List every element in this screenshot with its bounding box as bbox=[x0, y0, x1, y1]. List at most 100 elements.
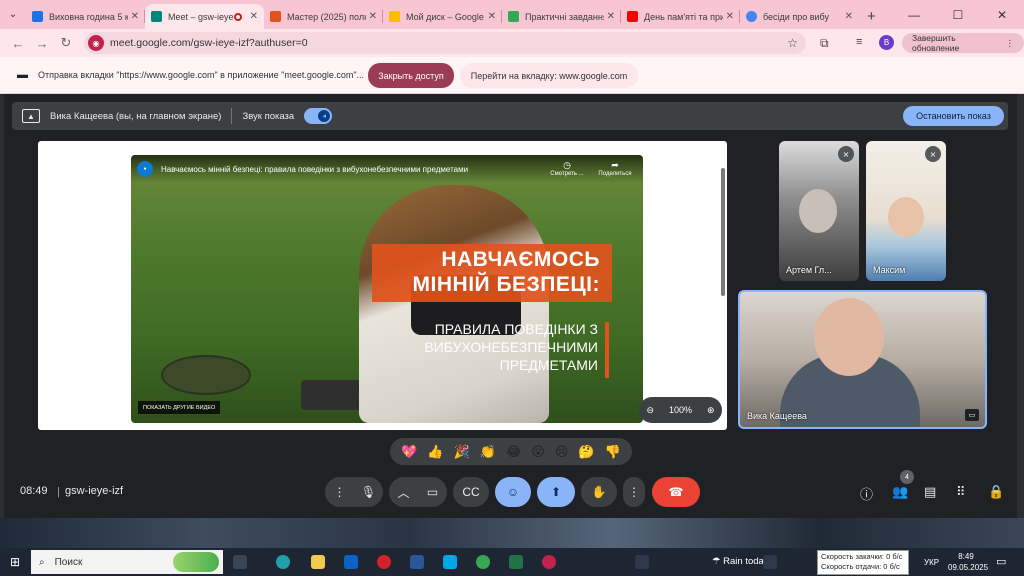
participant-name: Артем Гл... bbox=[786, 265, 832, 275]
reaction-sad-icon[interactable]: 😢 bbox=[555, 445, 569, 458]
self-tile[interactable]: Вика Кащеева ▭ bbox=[738, 290, 987, 429]
present-button[interactable]: ⬆ bbox=[537, 477, 575, 507]
raise-hand-button[interactable]: ✋ bbox=[581, 477, 617, 507]
tray-app-icon[interactable] bbox=[763, 555, 777, 569]
video-title[interactable]: Навчаємось мінній безпеці: правила повед… bbox=[161, 165, 468, 174]
reload-icon[interactable]: ↻ bbox=[54, 35, 78, 51]
new-tab-icon[interactable]: + bbox=[867, 8, 876, 25]
reaction-party-icon[interactable]: 🎉 bbox=[453, 445, 469, 458]
share-button[interactable]: ➦ Поделиться bbox=[595, 160, 635, 177]
system-clock[interactable]: 8:49 09.05.2025 bbox=[948, 551, 988, 573]
task-view-icon[interactable] bbox=[233, 555, 247, 569]
skype-icon[interactable] bbox=[443, 555, 457, 569]
watch-later-button[interactable]: ◷ Смотреть ... bbox=[547, 160, 587, 177]
taskbar-search[interactable]: ⌕ Поиск bbox=[31, 550, 223, 574]
more-videos-button[interactable]: ПОКАЗАТЬ ДРУГИЕ ВИДЕО bbox=[138, 401, 221, 414]
windows-start-icon[interactable]: ⊞ bbox=[0, 555, 30, 569]
weather-widget[interactable]: ☂ Rain today bbox=[712, 556, 769, 567]
omnibox[interactable]: ◉ meet.google.com/gsw-ieye-izf?authuser=… bbox=[84, 32, 806, 54]
drive-favicon-icon bbox=[508, 11, 519, 22]
people-count-badge: 4 bbox=[900, 470, 914, 484]
reaction-thumbs-down-icon[interactable]: 👎 bbox=[605, 445, 621, 458]
stop-presenting-button[interactable]: Остановить показ bbox=[903, 106, 1004, 126]
extensions-icon[interactable]: ⧉ bbox=[820, 36, 829, 51]
close-tab-icon[interactable]: ✕ bbox=[488, 11, 496, 22]
minimize-icon[interactable]: — bbox=[892, 0, 936, 29]
taskbar-app-icon[interactable] bbox=[635, 555, 649, 569]
zoom-out-icon[interactable]: ⊖ bbox=[646, 405, 654, 416]
participant-tile[interactable]: ⨯ Артем Гл... bbox=[779, 141, 859, 281]
language-indicator[interactable]: УКР bbox=[924, 558, 939, 567]
captions-button[interactable]: CC bbox=[453, 477, 489, 507]
reaction-clap-icon[interactable]: 👏 bbox=[480, 445, 496, 458]
close-tab-icon[interactable]: ✕ bbox=[726, 11, 734, 22]
more-options-button[interactable]: ⋮ bbox=[623, 477, 645, 507]
browser-tab[interactable]: Виховна година 5 к ✕ bbox=[26, 4, 145, 29]
tab-search-icon[interactable]: ⌄ bbox=[0, 0, 26, 29]
close-tab-icon[interactable]: ✕ bbox=[131, 11, 139, 22]
url-text[interactable]: meet.google.com/gsw-ieye-izf?authuser=0 bbox=[110, 37, 308, 49]
microphone-icon[interactable]: 🎙 bbox=[354, 485, 383, 499]
people-icon[interactable]: 👥 bbox=[892, 484, 908, 500]
present-icon: ⬆ bbox=[550, 485, 562, 499]
shared-screen-scrollbar[interactable] bbox=[721, 168, 725, 296]
chevron-up-icon[interactable]: ︿ bbox=[389, 484, 418, 501]
outlook-icon[interactable] bbox=[344, 555, 358, 569]
participant-face bbox=[888, 197, 924, 237]
browser-tab[interactable]: Мой диск – Google ✕ bbox=[383, 4, 502, 29]
media-controls-icon[interactable]: ≡ bbox=[856, 36, 862, 48]
reaction-laugh-icon[interactable]: 😂 bbox=[506, 445, 521, 458]
site-info-icon[interactable]: ◉ bbox=[88, 35, 104, 51]
browser-tab-active[interactable]: Meet – gsw-ieye- ✕ bbox=[145, 4, 264, 29]
opera-icon[interactable] bbox=[377, 555, 391, 569]
reaction-thinking-icon[interactable]: 🤔 bbox=[578, 445, 594, 458]
bookmark-star-icon[interactable]: ☆ bbox=[787, 36, 798, 50]
emoji-button[interactable]: ☺ bbox=[495, 477, 531, 507]
switch-tab-button[interactable]: Перейти на вкладку: www.google.com bbox=[460, 63, 638, 88]
chrome-profile-icon[interactable] bbox=[542, 555, 556, 569]
camera-icon[interactable]: ▭ bbox=[418, 485, 447, 499]
zoom-in-icon[interactable]: ⊕ bbox=[707, 405, 715, 416]
channel-logo-icon[interactable]: ● bbox=[137, 161, 153, 177]
close-tab-icon[interactable]: ✕ bbox=[607, 11, 615, 22]
close-window-icon[interactable]: ✕ bbox=[980, 0, 1024, 29]
zoom-control: ⊖ 100% ⊕ bbox=[639, 397, 722, 423]
excel-icon[interactable] bbox=[509, 555, 523, 569]
audio-levels-icon[interactable]: ⋮ bbox=[325, 485, 354, 499]
host-controls-icon[interactable]: 🔒 bbox=[988, 484, 1004, 500]
sound-toggle[interactable]: ◂ bbox=[304, 108, 333, 124]
search-placeholder: Поиск bbox=[54, 556, 83, 568]
search-highlight-image bbox=[173, 552, 219, 572]
stop-sharing-button[interactable]: Закрыть доступ bbox=[368, 63, 454, 88]
back-icon[interactable]: ← bbox=[6, 36, 30, 51]
more-vert-icon: ⋮ bbox=[628, 485, 640, 499]
chrome-icon[interactable] bbox=[476, 555, 490, 569]
forward-icon[interactable]: → bbox=[30, 36, 54, 51]
edge-icon[interactable] bbox=[276, 555, 290, 569]
browser-tab[interactable]: Практичні завдання ✕ bbox=[502, 4, 621, 29]
close-tab-icon[interactable]: ✕ bbox=[369, 11, 377, 22]
maximize-icon[interactable]: ☐ bbox=[936, 0, 980, 29]
close-tab-icon[interactable]: ✕ bbox=[250, 11, 258, 22]
file-explorer-icon[interactable] bbox=[311, 555, 325, 569]
browser-tab[interactable]: Мастер (2025) полн ✕ bbox=[264, 4, 383, 29]
video-header: ● Навчаємось мінній безпеці: правила пов… bbox=[131, 155, 643, 183]
activities-icon[interactable]: ⠿ bbox=[956, 484, 966, 500]
meeting-info-icon[interactable]: ⓘ bbox=[860, 484, 873, 503]
chat-icon[interactable]: ▤ bbox=[924, 484, 936, 500]
finish-update-button[interactable]: Завершить обновление ⋮ bbox=[902, 33, 1024, 53]
notifications-icon[interactable]: ▭ bbox=[996, 555, 1006, 568]
reaction-thumbs-up-icon[interactable]: 👍 bbox=[427, 445, 443, 458]
profile-avatar[interactable]: B bbox=[879, 35, 894, 50]
browser-tab[interactable]: бесіди про вибу ✕ bbox=[740, 4, 859, 29]
close-tab-icon[interactable]: ✕ bbox=[845, 11, 853, 22]
meeting-code[interactable]: gsw-ieye-izf bbox=[65, 485, 123, 497]
participant-tile[interactable]: ⨯ Максим bbox=[866, 141, 946, 281]
word-icon[interactable] bbox=[410, 555, 424, 569]
leave-call-button[interactable]: ☎ bbox=[652, 477, 700, 507]
browser-tab[interactable]: День пам'яті та при ✕ bbox=[621, 4, 740, 29]
reaction-heart-icon[interactable]: 💖 bbox=[401, 445, 417, 458]
reaction-surprised-icon[interactable]: 😮 bbox=[531, 445, 545, 458]
notification-text: Отправка вкладки "https://www.google.com… bbox=[38, 70, 365, 80]
pin-icon[interactable]: ▭ bbox=[965, 409, 979, 421]
